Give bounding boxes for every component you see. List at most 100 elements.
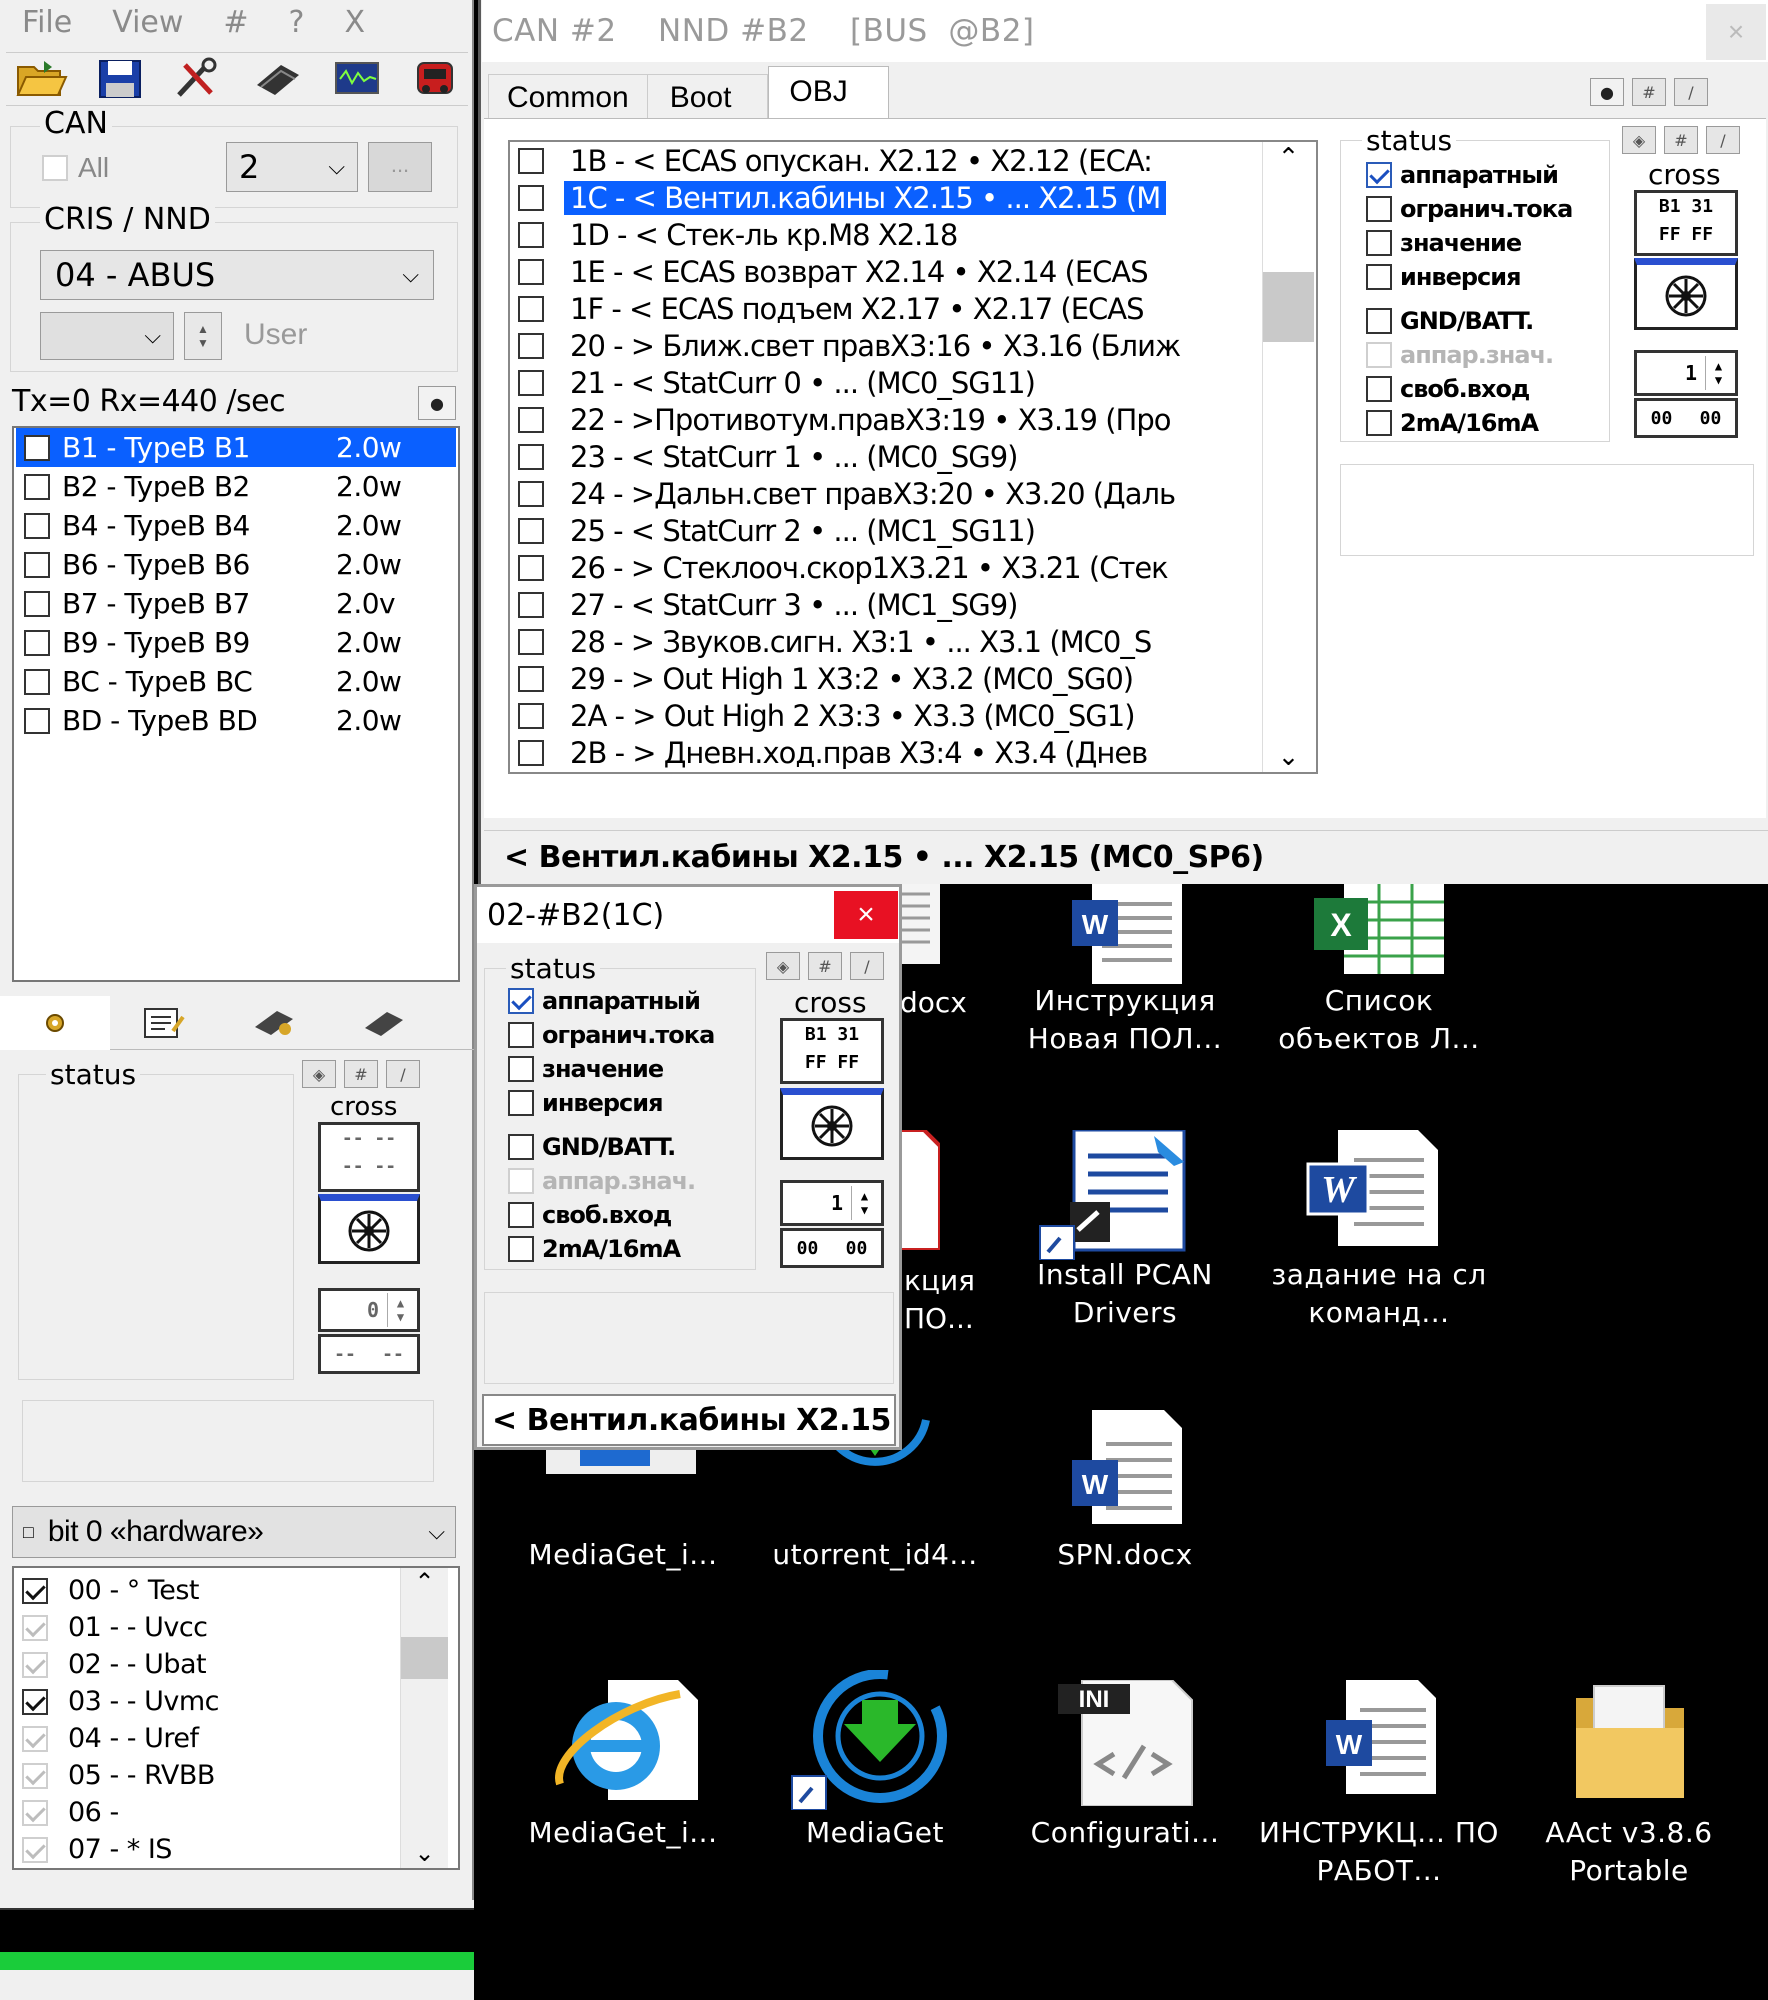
- object-row[interactable]: 26 - > Стеклооч.скор1X3.21 • X3.21 (Стек: [512, 549, 1256, 586]
- spin-arrows-icon[interactable]: ▲ ▼: [1705, 356, 1731, 390]
- tab-editor[interactable]: [110, 996, 220, 1050]
- tab-obj[interactable]: OBJ: [768, 66, 889, 120]
- mode-set-button[interactable]: ◈: [302, 1060, 336, 1088]
- device-icon[interactable]: [410, 57, 460, 101]
- status-option[interactable]: огранич.тока: [508, 1018, 752, 1052]
- status-option[interactable]: 2mA/16mA: [1366, 406, 1606, 440]
- main-hash-button[interactable]: #: [1632, 78, 1666, 106]
- user-spinner[interactable]: ▲ ▼: [184, 312, 222, 360]
- main-slash-button[interactable]: /: [1674, 78, 1708, 106]
- tab-hardware[interactable]: [220, 996, 330, 1050]
- status-checkbox[interactable]: [1366, 162, 1392, 188]
- status-option[interactable]: значение: [508, 1052, 752, 1086]
- cris-select[interactable]: 04 - ABUS ⌵: [40, 250, 434, 300]
- object-row[interactable]: 23 - < StatCurr 1 • ... (MC0_SG9): [512, 438, 1256, 475]
- scroll-thumb[interactable]: [1263, 272, 1314, 342]
- object-row[interactable]: 1B - < ECAS опускан. X2.12 • X2.12 (ECA:: [512, 142, 1256, 179]
- desktop-icon-mediaget-ie[interactable]: MediaGet_i...: [498, 1680, 748, 1890]
- device-checkbox[interactable]: [24, 590, 50, 617]
- object-checkbox[interactable]: [518, 665, 544, 692]
- object-row[interactable]: 21 - < StatCurr 0 • ... (MC0_SG11): [512, 364, 1256, 401]
- mode-slash-button[interactable]: /: [1706, 126, 1740, 154]
- object-row[interactable]: 29 - > Out High 1 X3:2 • X3.2 (MC0_SG0): [512, 660, 1256, 697]
- bit-checkbox[interactable]: [22, 1836, 48, 1863]
- mode-set-button[interactable]: ◈: [766, 952, 800, 980]
- object-row[interactable]: 24 - >Дальн.свет правX3:20 • X3.20 (Даль: [512, 475, 1256, 512]
- status-checkbox[interactable]: [1366, 264, 1392, 290]
- oscilloscope-icon[interactable]: [332, 57, 382, 101]
- mode-hash-button[interactable]: #: [808, 952, 842, 980]
- bit-row[interactable]: 01 - - Uvcc: [18, 1609, 398, 1646]
- status-checkbox[interactable]: [508, 1134, 534, 1160]
- object-row[interactable]: 2A - > Out High 2 X3:3 • X3.3 (MC0_SG1): [512, 697, 1256, 734]
- status-checkbox[interactable]: [1366, 230, 1392, 256]
- main-record-button[interactable]: ●: [1590, 78, 1624, 106]
- bit-row[interactable]: 00 - ° Test: [18, 1572, 398, 1609]
- object-row[interactable]: 22 - >Противотум.правX3:19 • X3.19 (Про: [512, 401, 1256, 438]
- mode-set-button[interactable]: ◈: [1622, 126, 1656, 154]
- object-row[interactable]: 28 - > Звуков.сигн. X3:1 • ... X3.1 (MC0…: [512, 623, 1256, 660]
- status-checkbox[interactable]: [508, 1202, 534, 1228]
- status-option[interactable]: 2mA/16mA: [508, 1232, 752, 1266]
- bit-checkbox[interactable]: [22, 1614, 48, 1641]
- menu-help[interactable]: ?: [289, 5, 305, 40]
- object-checkbox[interactable]: [518, 406, 544, 433]
- device-checkbox[interactable]: [24, 629, 50, 656]
- all-checkbox[interactable]: [42, 155, 68, 181]
- scroll-thumb[interactable]: [401, 1637, 448, 1679]
- status-option[interactable]: аппар.знач.: [508, 1164, 752, 1198]
- mode-slash-button[interactable]: /: [386, 1060, 420, 1088]
- scroll-up-icon[interactable]: ⌃: [414, 1568, 434, 1597]
- object-checkbox[interactable]: [518, 221, 544, 248]
- object-row[interactable]: 1E - < ECAS возврат X2.14 • X2.14 (ECAS: [512, 253, 1256, 290]
- tab-common[interactable]: Common: [488, 74, 648, 120]
- device-checkbox[interactable]: [24, 434, 50, 461]
- status-option[interactable]: аппар.знач.: [1366, 338, 1606, 372]
- status-checkbox[interactable]: [508, 1090, 534, 1116]
- status-checkbox[interactable]: [1366, 342, 1392, 368]
- status-checkbox[interactable]: [508, 1168, 534, 1194]
- device-row[interactable]: BC - TypeB BC 2.0w: [16, 662, 456, 701]
- popup-spinner[interactable]: 1 ▲ ▼: [780, 1180, 884, 1226]
- device-row[interactable]: BD - TypeB BD 2.0w: [16, 701, 456, 740]
- main-close-button[interactable]: ×: [1706, 4, 1766, 60]
- popup-fan-button[interactable]: [780, 1088, 884, 1160]
- desktop-icon-instrukcia-po[interactable]: W ИНСТРУКЦ... ПО РАБОТ...: [1254, 1680, 1504, 1890]
- object-checkbox[interactable]: [518, 184, 544, 211]
- tab-chip[interactable]: [330, 996, 440, 1050]
- status-option[interactable]: своб.вход: [508, 1198, 752, 1232]
- object-checkbox[interactable]: [518, 258, 544, 285]
- status-option[interactable]: GND/BATT.: [508, 1130, 752, 1164]
- device-row[interactable]: B4 - TypeB B4 2.0w: [16, 506, 456, 545]
- bit-checkbox[interactable]: [22, 1799, 48, 1826]
- object-row[interactable]: 1C - < Вентил.кабины X2.15 • ... X2.15 (…: [512, 179, 1256, 216]
- object-checkbox[interactable]: [518, 369, 544, 396]
- object-row[interactable]: 25 - < StatCurr 2 • ... (MC1_SG11): [512, 512, 1256, 549]
- scroll-down-icon[interactable]: ⌄: [1278, 741, 1300, 772]
- bit-row[interactable]: 04 - - Uref: [18, 1720, 398, 1757]
- status-checkbox[interactable]: [508, 988, 534, 1014]
- tools-icon[interactable]: [171, 57, 223, 101]
- tab-settings[interactable]: [0, 995, 110, 1050]
- device-checkbox[interactable]: [24, 668, 50, 695]
- object-checkbox[interactable]: [518, 480, 544, 507]
- object-checkbox[interactable]: [518, 628, 544, 655]
- bit-row[interactable]: 06 -: [18, 1794, 398, 1831]
- desktop-icon-configuration[interactable]: INI Configurati...: [1000, 1680, 1250, 1890]
- bit-checkbox[interactable]: [22, 1725, 48, 1752]
- desktop-icon-install-pcan[interactable]: Install PCAN Drivers: [1000, 1130, 1250, 1350]
- main-spinner[interactable]: 1 ▲ ▼: [1634, 350, 1738, 396]
- desktop-icon-spn[interactable]: W SPN.docx: [1000, 1410, 1250, 1610]
- spin-arrows-icon[interactable]: ▲ ▼: [851, 1186, 877, 1220]
- main-fan-button[interactable]: [1634, 258, 1738, 330]
- mode-hash-button[interactable]: #: [344, 1060, 378, 1088]
- object-checkbox[interactable]: [518, 739, 544, 766]
- desktop-icon-instrukcia[interactable]: W Инструкция Новая ПОЛ...: [1000, 884, 1250, 1104]
- status-option[interactable]: инверсия: [1366, 260, 1606, 294]
- status-checkbox[interactable]: [1366, 308, 1392, 334]
- bit-list-scrollbar[interactable]: ⌃ ⌄: [400, 1568, 448, 1868]
- bit-row[interactable]: 05 - - RVBB: [18, 1757, 398, 1794]
- object-checkbox[interactable]: [518, 443, 544, 470]
- device-checkbox[interactable]: [24, 512, 50, 539]
- status-checkbox[interactable]: [1366, 410, 1392, 436]
